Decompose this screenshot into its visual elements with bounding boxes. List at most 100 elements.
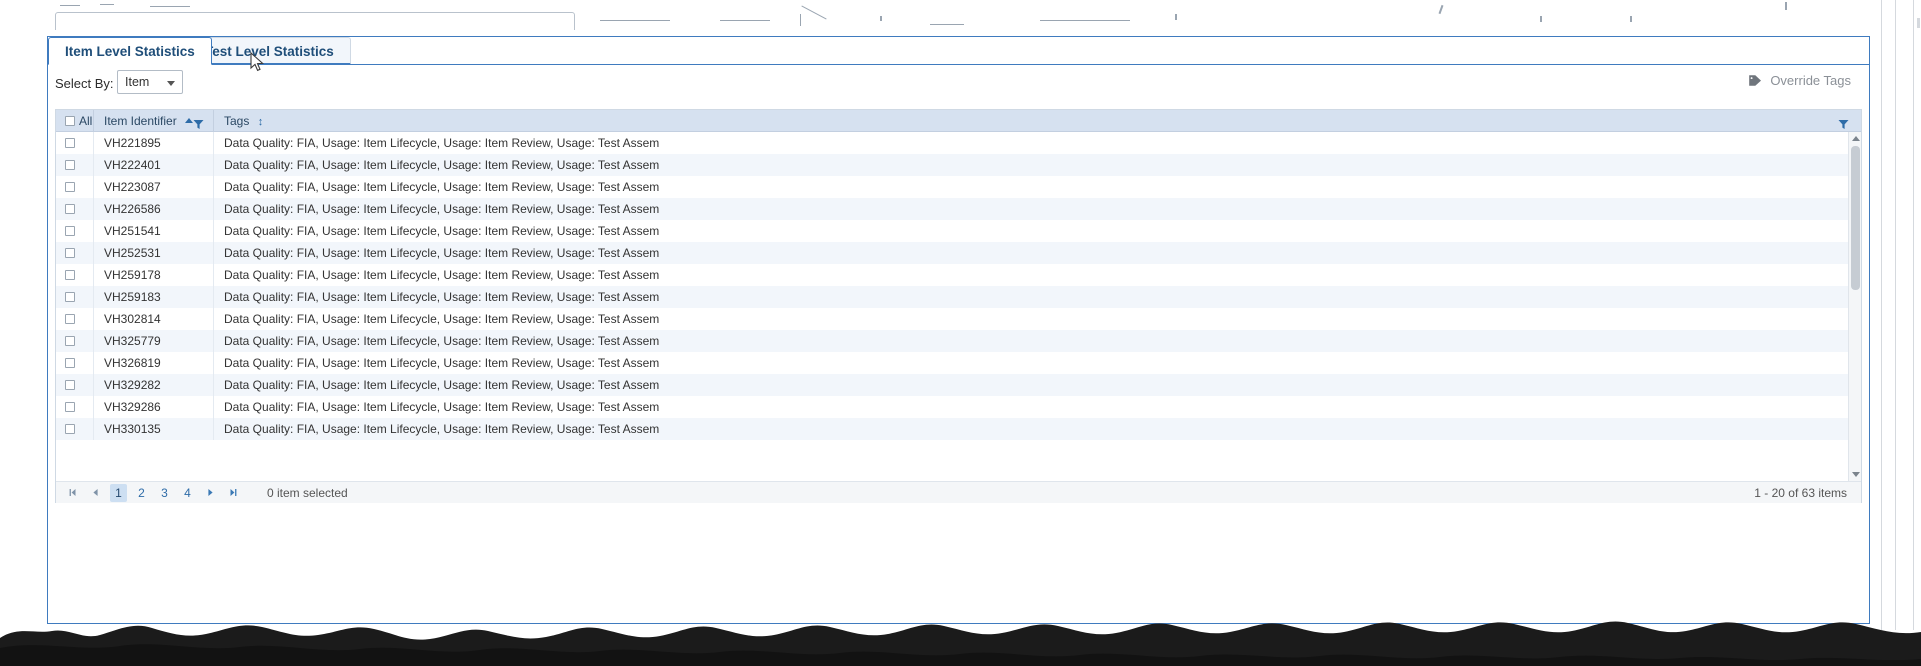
cell-tags: Data Quality: FIA, Usage: Item Lifecycle…	[224, 312, 660, 326]
table-row[interactable]: VH252531 Data Quality: FIA, Usage: Item L…	[56, 242, 1861, 264]
table-row[interactable]: VH330135 Data Quality: FIA, Usage: Item L…	[56, 418, 1861, 440]
cell-item-identifier: VH329286	[94, 396, 214, 418]
row-checkbox-cell[interactable]	[56, 264, 94, 286]
cell-tags: Data Quality: FIA, Usage: Item Lifecycle…	[224, 268, 660, 282]
tab-test-level-statistics-label: Test Level Statistics	[205, 44, 334, 59]
row-checkbox[interactable]	[65, 270, 75, 280]
row-checkbox[interactable]	[65, 424, 75, 434]
clipped-mark-10	[1438, 4, 1444, 15]
row-checkbox[interactable]	[65, 248, 75, 258]
cell-item-identifier: VH252531	[94, 242, 214, 264]
table-row[interactable]: VH221895 Data Quality: FIA, Usage: Item L…	[56, 132, 1861, 154]
row-checkbox-cell[interactable]	[56, 220, 94, 242]
pager-next-button[interactable]	[202, 484, 219, 502]
clipped-mark-5	[720, 20, 770, 21]
cell-item-identifier: VH226586	[94, 198, 214, 220]
row-checkbox-cell[interactable]	[56, 198, 94, 220]
row-checkbox[interactable]	[65, 204, 75, 214]
pager-previous-button[interactable]	[87, 484, 104, 502]
cell-item-identifier: VH223087	[94, 176, 214, 198]
grid-body: VH221895 Data Quality: FIA, Usage: Item L…	[56, 132, 1861, 481]
table-row[interactable]: VH326819 Data Quality: FIA, Usage: Item L…	[56, 352, 1861, 374]
cell-item-identifier: VH329282	[94, 374, 214, 396]
pager-selection-text: 0 item selected	[267, 485, 348, 500]
table-row[interactable]: VH226586 Data Quality: FIA, Usage: Item L…	[56, 198, 1861, 220]
cell-tags: Data Quality: FIA, Usage: Item Lifecycle…	[224, 378, 660, 392]
row-checkbox[interactable]	[65, 358, 75, 368]
row-checkbox-cell[interactable]	[56, 418, 94, 440]
clipped-mark-4	[600, 20, 670, 21]
pager-page-4[interactable]: 4	[179, 484, 196, 502]
cell-tags: Data Quality: FIA, Usage: Item Lifecycle…	[224, 246, 660, 260]
row-checkbox[interactable]	[65, 402, 75, 412]
column-header-select-all[interactable]: All	[56, 109, 94, 132]
row-checkbox-cell[interactable]	[56, 286, 94, 308]
pager-page-1[interactable]: 1	[110, 483, 127, 502]
clipped-mark-15	[880, 16, 882, 21]
pager-first-button[interactable]	[64, 484, 81, 502]
row-checkbox-cell[interactable]	[56, 154, 94, 176]
table-row[interactable]: VH329286 Data Quality: FIA, Usage: Item L…	[56, 396, 1861, 418]
cell-item-identifier: VH259183	[94, 286, 214, 308]
table-row[interactable]: VH325779 Data Quality: FIA, Usage: Item L…	[56, 330, 1861, 352]
clipped-mark-11	[1785, 2, 1787, 10]
row-checkbox[interactable]	[65, 314, 75, 324]
pager-range-text: 1 - 20 of 63 items	[1754, 485, 1847, 500]
row-checkbox-cell[interactable]	[56, 352, 94, 374]
cell-tags: Data Quality: FIA, Usage: Item Lifecycle…	[224, 290, 660, 304]
table-row[interactable]: VH259183 Data Quality: FIA, Usage: Item L…	[56, 286, 1861, 308]
column-header-tags[interactable]: Tags ↕	[214, 110, 1861, 132]
chrome-scroll-arrow[interactable]	[1917, 18, 1920, 28]
clipped-mark-8	[1040, 20, 1130, 21]
row-checkbox-cell[interactable]	[56, 132, 94, 154]
table-row[interactable]: VH302814 Data Quality: FIA, Usage: Item L…	[56, 308, 1861, 330]
row-checkbox[interactable]	[65, 226, 75, 236]
chrome-line-2	[1895, 0, 1896, 630]
cell-tags: Data Quality: FIA, Usage: Item Lifecycle…	[224, 334, 660, 348]
statistics-dialog: Item Level Statistics Test Level Statist…	[47, 36, 1870, 624]
override-tags-label: Override Tags	[1770, 73, 1851, 88]
table-row[interactable]: VH222401 Data Quality: FIA, Usage: Item L…	[56, 154, 1861, 176]
row-checkbox[interactable]	[65, 182, 75, 192]
row-checkbox-cell[interactable]	[56, 176, 94, 198]
tab-item-level-statistics[interactable]: Item Level Statistics	[48, 37, 212, 65]
override-tags-button[interactable]: Override Tags	[1748, 73, 1851, 93]
row-checkbox-cell[interactable]	[56, 242, 94, 264]
table-row[interactable]: VH329282 Data Quality: FIA, Usage: Item L…	[56, 374, 1861, 396]
cell-tags: Data Quality: FIA, Usage: Item Lifecycle…	[224, 422, 660, 436]
row-checkbox-cell[interactable]	[56, 396, 94, 418]
table-row[interactable]: VH223087 Data Quality: FIA, Usage: Item L…	[56, 176, 1861, 198]
row-checkbox[interactable]	[65, 336, 75, 346]
pager-page-3[interactable]: 3	[156, 484, 173, 502]
row-checkbox-cell[interactable]	[56, 330, 94, 352]
item-statistics-grid: All Item Identifier Tags ↕ VH221895 Data…	[55, 109, 1862, 503]
clipped-mark-3	[150, 6, 190, 7]
window-right-chrome	[1881, 0, 1921, 630]
scroll-up-arrow-icon[interactable]	[1849, 132, 1861, 145]
scroll-down-arrow-icon[interactable]	[1849, 468, 1861, 481]
scroll-thumb[interactable]	[1851, 146, 1860, 290]
grid-header-row: All Item Identifier Tags ↕	[56, 109, 1861, 132]
select-all-checkbox[interactable]	[65, 115, 75, 126]
row-checkbox-cell[interactable]	[56, 308, 94, 330]
cell-tags: Data Quality: FIA, Usage: Item Lifecycle…	[224, 158, 660, 172]
screenshot-root: Item Level Statistics Test Level Statist…	[0, 0, 1921, 666]
select-by-label: Select By:	[55, 76, 114, 91]
row-checkbox[interactable]	[65, 138, 75, 148]
table-row[interactable]: VH259178 Data Quality: FIA, Usage: Item L…	[56, 264, 1861, 286]
row-checkbox-cell[interactable]	[56, 374, 94, 396]
column-header-item-identifier[interactable]: Item Identifier	[94, 109, 214, 132]
table-row[interactable]: VH251541 Data Quality: FIA, Usage: Item L…	[56, 220, 1861, 242]
mouse-cursor-icon	[250, 51, 266, 74]
pager-last-button[interactable]	[225, 484, 242, 502]
cell-item-identifier: VH222401	[94, 154, 214, 176]
tab-test-level-statistics[interactable]: Test Level Statistics	[188, 37, 351, 65]
grid-pager: 1 2 3 4 0 item selected 1 - 20 of 63 ite…	[56, 481, 1861, 503]
grid-vertical-scrollbar[interactable]	[1848, 132, 1861, 481]
row-checkbox[interactable]	[65, 160, 75, 170]
select-by-dropdown[interactable]: Item	[117, 70, 183, 94]
row-checkbox[interactable]	[65, 380, 75, 390]
row-checkbox[interactable]	[65, 292, 75, 302]
pager-page-2[interactable]: 2	[133, 484, 150, 502]
clipped-mark-12	[1540, 16, 1542, 22]
